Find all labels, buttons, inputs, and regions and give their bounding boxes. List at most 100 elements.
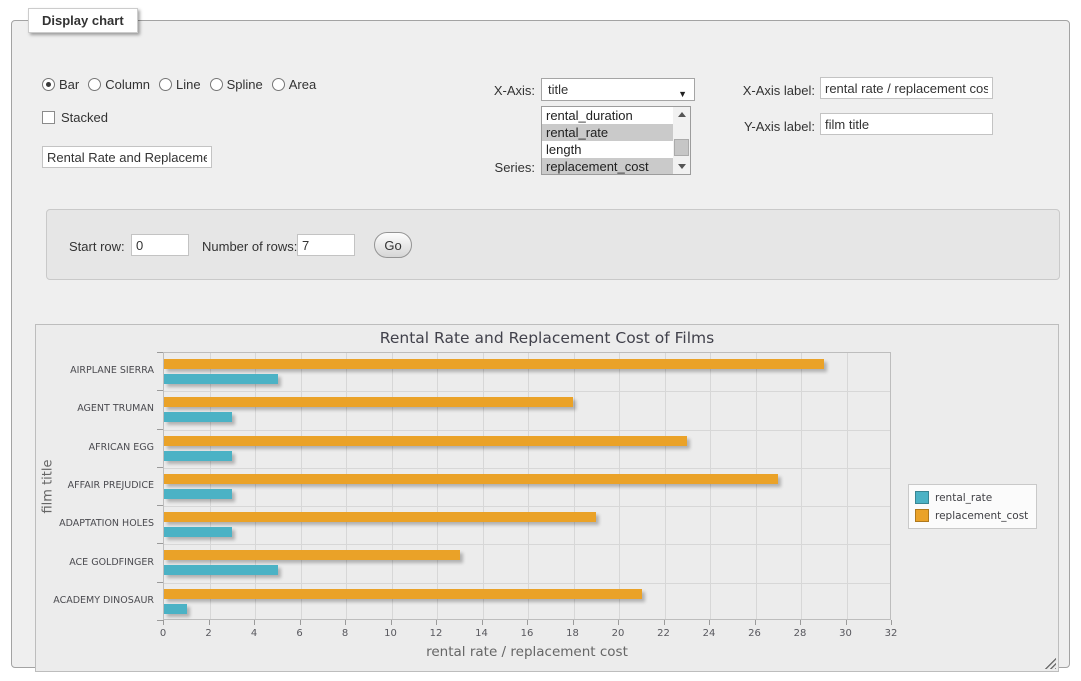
chart-type-option-spline[interactable]: Spline	[210, 77, 263, 92]
x-axis-selected-value: title	[548, 82, 568, 97]
series-option-rental_rate[interactable]: rental_rate	[542, 124, 674, 141]
series-option-replacement_cost[interactable]: replacement_cost	[542, 158, 674, 175]
radio-icon[interactable]	[272, 78, 285, 91]
go-button[interactable]: Go	[374, 232, 412, 258]
radio-label: Column	[105, 77, 150, 92]
radio-icon[interactable]	[42, 78, 55, 91]
x-axis-tick	[345, 620, 346, 625]
x-axis-tick-label: 0	[148, 628, 178, 639]
legend-label: replacement_cost	[935, 510, 1028, 522]
x-axis-select-label: X-Axis:	[447, 83, 535, 98]
bar-replacement_cost[interactable]	[164, 589, 642, 599]
bar-rental_rate[interactable]	[164, 412, 232, 422]
y-axis-label-input[interactable]	[820, 113, 993, 135]
y-axis-tick	[157, 582, 163, 583]
chart-type-option-column[interactable]: Column	[88, 77, 150, 92]
bar-rental_rate[interactable]	[164, 489, 232, 499]
radio-dot	[163, 82, 168, 87]
chart-type-option-line[interactable]: Line	[159, 77, 201, 92]
x-axis-tick	[709, 620, 710, 625]
start-row-input[interactable]	[131, 234, 189, 256]
x-axis-tick-label: 10	[376, 628, 406, 639]
x-axis-select[interactable]: title ▼	[541, 78, 695, 101]
scrollbar[interactable]	[673, 107, 690, 174]
series-option-length[interactable]: length	[542, 141, 674, 158]
scrollbar-thumb[interactable]	[674, 139, 689, 156]
bar-replacement_cost[interactable]	[164, 512, 596, 522]
gridline-vertical	[665, 353, 666, 619]
gridline-vertical	[847, 353, 848, 619]
stacked-label: Stacked	[61, 110, 108, 125]
display-chart-fieldset: BarColumnLineSplineArea Stacked X-Axis: …	[11, 20, 1070, 668]
gridline-vertical	[710, 353, 711, 619]
bar-replacement_cost[interactable]	[164, 436, 687, 446]
x-axis-label-label: X-Axis label:	[712, 83, 815, 98]
bar-replacement_cost[interactable]	[164, 550, 460, 560]
y-axis-tick	[157, 352, 163, 353]
bar-rental_rate[interactable]	[164, 451, 232, 461]
gridline-vertical	[301, 353, 302, 619]
number-of-rows-input[interactable]	[297, 234, 355, 256]
radio-dot	[92, 82, 97, 87]
gridline-horizontal	[164, 583, 890, 584]
bar-rental_rate[interactable]	[164, 527, 232, 537]
radio-icon[interactable]	[88, 78, 101, 91]
radio-label: Line	[176, 77, 201, 92]
x-axis-tick-label: 30	[831, 628, 861, 639]
x-axis-tick	[527, 620, 528, 625]
gridline-vertical	[528, 353, 529, 619]
bar-rental_rate[interactable]	[164, 604, 187, 614]
bar-rental_rate[interactable]	[164, 374, 278, 384]
x-axis-tick	[755, 620, 756, 625]
x-axis-tick	[391, 620, 392, 625]
x-axis-tick	[254, 620, 255, 625]
x-axis-label-input[interactable]	[820, 77, 993, 99]
category-label: ACADEMY DINOSAUR	[36, 595, 154, 606]
category-label: AFRICAN EGG	[36, 442, 154, 453]
legend-swatch	[915, 491, 929, 504]
radio-icon[interactable]	[159, 78, 172, 91]
display-chart-page: BarColumnLineSplineArea Stacked X-Axis: …	[0, 0, 1081, 681]
gridline-vertical	[392, 353, 393, 619]
stacked-option: Stacked	[42, 110, 108, 125]
legend-item: replacement_cost	[915, 509, 1028, 522]
legend-item: rental_rate	[915, 491, 1028, 504]
bar-replacement_cost[interactable]	[164, 474, 778, 484]
chart-title: Rental Rate and Replacement Cost of Film…	[36, 329, 1058, 347]
x-axis-title: rental rate / replacement cost	[163, 644, 891, 660]
chart-title-input[interactable]	[42, 146, 212, 168]
stacked-checkbox[interactable]	[42, 111, 55, 124]
radio-icon[interactable]	[210, 78, 223, 91]
chart-type-option-bar[interactable]: Bar	[42, 77, 79, 92]
chart-type-radio-group: Bar Column Line Spline Area	[42, 77, 316, 92]
radio-label: Bar	[59, 77, 79, 92]
gridline-vertical	[483, 353, 484, 619]
resize-handle-icon[interactable]	[1044, 657, 1056, 669]
start-row-label: Start row:	[69, 239, 125, 254]
x-axis-tick	[618, 620, 619, 625]
radio-dot	[276, 82, 281, 87]
category-label: AIRPLANE SIERRA	[36, 365, 154, 376]
x-axis-tick-label: 12	[421, 628, 451, 639]
bar-rental_rate[interactable]	[164, 565, 278, 575]
chart-type-option-area[interactable]: Area	[272, 77, 316, 92]
scrollbar-down-icon[interactable]	[673, 159, 690, 174]
x-axis-tick	[891, 620, 892, 625]
gridline-horizontal	[164, 430, 890, 431]
gridline-horizontal	[164, 544, 890, 545]
y-axis-tick	[157, 505, 163, 506]
series-multiselect[interactable]: rental_durationrental_ratelengthreplacem…	[541, 106, 691, 175]
bar-replacement_cost[interactable]	[164, 359, 824, 369]
x-axis-tick-label: 4	[239, 628, 269, 639]
x-axis-tick	[300, 620, 301, 625]
series-option-rental_duration[interactable]: rental_duration	[542, 107, 674, 124]
gridline-horizontal	[164, 391, 890, 392]
gridline-vertical	[437, 353, 438, 619]
gridline-vertical	[619, 353, 620, 619]
radio-dot	[214, 82, 219, 87]
x-axis-tick-label: 26	[740, 628, 770, 639]
bar-replacement_cost[interactable]	[164, 397, 573, 407]
scrollbar-up-icon[interactable]	[673, 107, 690, 122]
y-axis-tick	[157, 429, 163, 430]
number-of-rows-label: Number of rows:	[202, 239, 297, 254]
